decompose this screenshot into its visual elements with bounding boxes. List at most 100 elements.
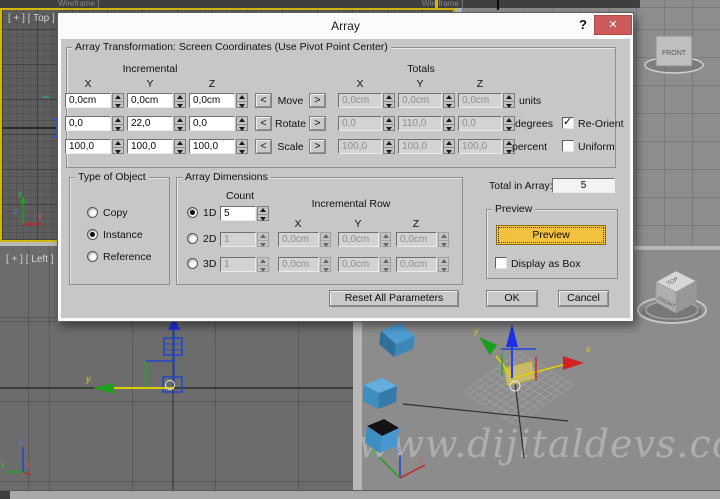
rotate-inc-x-field[interactable]: 0,0 — [65, 116, 111, 131]
move-tot-x-spinner[interactable] — [383, 93, 395, 108]
rotate-tot-x-spinner[interactable] — [383, 116, 395, 131]
copy-radio[interactable] — [87, 207, 98, 218]
scale-left-button[interactable]: < — [255, 139, 272, 154]
scale-right-button[interactable]: > — [309, 139, 326, 154]
rotate-tot-z-spinner[interactable] — [503, 116, 515, 131]
2d-x-spinner[interactable] — [320, 232, 331, 247]
scale-tot-y-field[interactable]: 100,0 — [398, 139, 442, 154]
3d-label[interactable]: 3D — [203, 258, 216, 270]
2d-count-field[interactable]: 1 — [220, 232, 256, 247]
move-inc-z-spinner[interactable] — [236, 93, 248, 108]
col-y-tot: Y — [405, 78, 435, 90]
2d-radio[interactable] — [187, 233, 198, 244]
1d-radio[interactable] — [187, 207, 198, 218]
watermark: www.dijitaldevs.com — [362, 422, 720, 466]
viewport-border-tick — [435, 0, 438, 8]
move-inc-z-field[interactable]: 0,0cm — [189, 93, 235, 108]
transform-group-title: Array Transformation: Screen Coordinates… — [72, 41, 391, 53]
rotate-tot-z-field[interactable]: 0,0 — [458, 116, 502, 131]
reference-label[interactable]: Reference — [103, 251, 151, 263]
scale-inc-z-spinner[interactable] — [236, 139, 248, 154]
rotate-inc-x-spinner[interactable] — [112, 116, 124, 131]
degrees-label: degrees — [515, 118, 553, 130]
display-as-box-checkbox[interactable] — [495, 257, 507, 269]
cancel-button[interactable]: Cancel — [558, 290, 609, 307]
total-in-array-value: 5 — [552, 178, 615, 193]
col-z: Z — [197, 78, 227, 90]
rotate-inc-z-field[interactable]: 0,0 — [189, 116, 235, 131]
3d-y-field[interactable]: 0,0cm — [338, 257, 379, 272]
rotate-inc-z-spinner[interactable] — [236, 116, 248, 131]
display-as-box-label[interactable]: Display as Box — [511, 258, 580, 270]
2d-y-field[interactable]: 0,0cm — [338, 232, 379, 247]
reference-radio[interactable] — [87, 251, 98, 262]
incremental-header: Incremental — [100, 63, 200, 75]
scale-inc-z-field[interactable]: 100,0 — [189, 139, 235, 154]
rotate-tot-x-field[interactable]: 0,0 — [338, 116, 382, 131]
instance-radio[interactable] — [87, 229, 98, 240]
1d-count-field[interactable]: 5 — [220, 206, 256, 221]
units-label: units — [519, 95, 541, 107]
move-tot-x-field[interactable]: 0,0cm — [338, 93, 382, 108]
viewport-left-label[interactable]: [ + ] [ Left ] [ — [6, 254, 59, 265]
move-inc-x-field[interactable]: 0,0cm — [65, 93, 111, 108]
scale-inc-y-field[interactable]: 100,0 — [127, 139, 173, 154]
uniform-label[interactable]: Uniform — [578, 141, 615, 153]
copy-label[interactable]: Copy — [103, 207, 128, 219]
rotate-inc-y-field[interactable]: 22,0 — [127, 116, 173, 131]
rotate-right-button[interactable]: > — [309, 116, 326, 131]
move-inc-y-field[interactable]: 0,0cm — [127, 93, 173, 108]
move-left-button[interactable]: < — [255, 93, 272, 108]
reorient-label[interactable]: Re-Orient — [578, 118, 624, 130]
incremental-row-header: Incremental Row — [301, 198, 401, 210]
scale-tot-x-spinner[interactable] — [383, 139, 395, 154]
top-strip-text: Wireframe ] — [58, 0, 99, 8]
scale-inc-x-spinner[interactable] — [112, 139, 124, 154]
3d-count-spinner[interactable] — [257, 257, 269, 272]
move-inc-x-spinner[interactable] — [112, 93, 124, 108]
col-x-tot: X — [345, 78, 375, 90]
move-tot-z-field[interactable]: 0,0cm — [458, 93, 502, 108]
close-button[interactable]: ✕ — [594, 15, 632, 35]
preview-button[interactable]: Preview — [496, 225, 606, 245]
move-tot-y-spinner[interactable] — [443, 93, 455, 108]
2d-label[interactable]: 2D — [203, 233, 216, 245]
scale-inc-y-spinner[interactable] — [174, 139, 186, 154]
scale-tot-z-field[interactable]: 100,0 — [458, 139, 502, 154]
2d-y-spinner[interactable] — [380, 232, 391, 247]
3d-z-spinner[interactable] — [438, 257, 449, 272]
scale-tot-x-field[interactable]: 100,0 — [338, 139, 382, 154]
max-window: [ + ] [ Top ] [ Wireframe ] [ + ] [ Left… — [0, 0, 720, 499]
2d-count-spinner[interactable] — [257, 232, 269, 247]
rotate-left-button[interactable]: < — [255, 116, 272, 131]
2d-z-spinner[interactable] — [438, 232, 449, 247]
help-button[interactable]: ? — [576, 17, 590, 32]
rotate-tot-y-field[interactable]: 110,0 — [398, 116, 442, 131]
move-right-button[interactable]: > — [309, 93, 326, 108]
move-tot-z-spinner[interactable] — [503, 93, 515, 108]
3d-count-field[interactable]: 1 — [220, 257, 256, 272]
3d-x-spinner[interactable] — [320, 257, 331, 272]
3d-z-field[interactable]: 0,0cm — [396, 257, 437, 272]
ok-button[interactable]: OK — [486, 290, 538, 307]
instance-label[interactable]: Instance — [103, 229, 143, 241]
move-tot-y-field[interactable]: 0,0cm — [398, 93, 442, 108]
3d-y-spinner[interactable] — [380, 257, 391, 272]
reorient-checkbox[interactable] — [562, 117, 574, 129]
3d-x-field[interactable]: 0,0cm — [278, 257, 319, 272]
scale-tot-y-spinner[interactable] — [443, 139, 455, 154]
rotate-inc-y-spinner[interactable] — [174, 116, 186, 131]
col-z-tot: Z — [465, 78, 495, 90]
move-inc-y-spinner[interactable] — [174, 93, 186, 108]
uniform-checkbox[interactable] — [562, 140, 574, 152]
1d-label[interactable]: 1D — [203, 207, 216, 219]
rotate-tot-y-spinner[interactable] — [443, 116, 455, 131]
2d-z-field[interactable]: 0,0cm — [396, 232, 437, 247]
2d-x-field[interactable]: 0,0cm — [278, 232, 319, 247]
scale-inc-x-field[interactable]: 100,0 — [65, 139, 111, 154]
scale-label: Scale — [272, 141, 309, 153]
status-bar-corner — [0, 491, 10, 499]
reset-all-parameters-button[interactable]: Reset All Parameters — [329, 290, 459, 307]
3d-radio[interactable] — [187, 258, 198, 269]
1d-count-spinner[interactable] — [257, 206, 269, 221]
